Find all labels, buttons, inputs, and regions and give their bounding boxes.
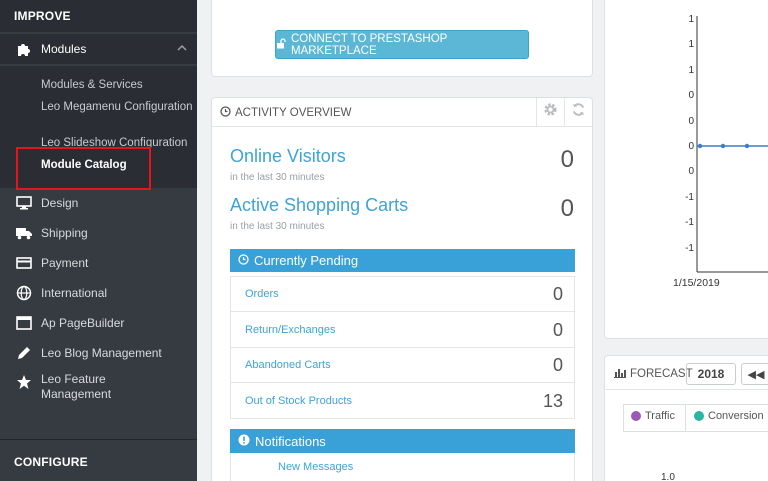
active-carts-subtitle: in the last 30 minutes: [230, 221, 325, 232]
new-messages-link[interactable]: New Messages: [278, 461, 353, 473]
annotation-highlight-box: [16, 147, 151, 190]
pending-row-out-of-stock: Out of Stock Products 13: [230, 384, 575, 419]
y-tick: 0: [688, 90, 694, 101]
gear-icon: [543, 102, 558, 122]
sidebar: IMPROVE Modules Modules & Services Leo M…: [0, 0, 197, 481]
y-tick: 1: [688, 14, 694, 25]
clock-icon: [238, 253, 249, 268]
pencil-icon: [14, 345, 34, 361]
sidebar-item-label: Modules: [41, 42, 87, 56]
pending-link-abandoned-carts[interactable]: Abandoned Carts: [245, 359, 331, 371]
forecast-title: FORECAST: [614, 367, 693, 381]
truck-icon: [14, 225, 34, 241]
pending-link-returns[interactable]: Return/Exchanges: [245, 324, 336, 336]
credit-card-icon: [14, 255, 34, 271]
submenu-leo-megamenu[interactable]: Leo Megamenu Configuration: [41, 100, 196, 114]
globe-icon: [14, 285, 34, 301]
active-carts-value: 0: [560, 195, 574, 222]
sidebar-item-payment[interactable]: Payment: [0, 248, 197, 278]
pending-link-orders[interactable]: Orders: [245, 288, 279, 300]
forecast-y-tick: 1.0: [661, 472, 675, 481]
activity-header: ACTIVITY OVERVIEW: [212, 98, 592, 127]
y-tick: -1: [685, 243, 694, 254]
star-icon: [14, 374, 34, 390]
sidebar-item-ap-pagebuilder[interactable]: Ap PageBuilder: [0, 308, 197, 338]
forecast-header-divider: [604, 389, 768, 390]
clock-icon: [220, 106, 231, 120]
online-visitors-link[interactable]: Online Visitors: [230, 146, 346, 167]
data-point: [697, 143, 703, 149]
pending-value-orders: 0: [552, 284, 563, 304]
conversion-color-dot: [694, 411, 704, 421]
data-point: [744, 143, 750, 149]
sidebar-item-label: Ap PageBuilder: [41, 316, 125, 330]
previous-year-button[interactable]: ◀◀: [741, 363, 768, 385]
sidebar-divider: [0, 439, 197, 440]
pending-value-abandoned-carts: 0: [552, 355, 563, 375]
y-tick: -1: [685, 192, 694, 203]
sidebar-section-improve: IMPROVE: [0, 0, 197, 32]
double-chevron-left-icon: ◀◀: [747, 368, 765, 381]
pending-value-out-of-stock: 13: [542, 391, 563, 411]
sidebar-section-configure: CONFIGURE: [0, 446, 197, 478]
pending-value-returns: 0: [552, 320, 563, 340]
legend-divider: [685, 404, 686, 432]
legend-item-conversion[interactable]: Conversion: [694, 410, 764, 422]
pending-row-orders: Orders 0: [230, 277, 575, 312]
activity-title-text: ACTIVITY OVERVIEW: [235, 107, 352, 119]
chevron-up-icon[interactable]: [177, 42, 187, 56]
refresh-icon: [571, 102, 586, 122]
online-visitors-subtitle: in the last 30 minutes: [230, 172, 325, 183]
sidebar-item-label: Leo Feature Management: [41, 372, 112, 401]
sidebar-item-label: Payment: [41, 256, 89, 270]
forecast-year-button[interactable]: 2018: [686, 363, 736, 385]
sidebar-item-label: Design: [41, 196, 79, 210]
sidebar-item-leo-blog[interactable]: Leo Blog Management: [0, 338, 197, 368]
online-visitors-value: 0: [560, 146, 574, 173]
y-tick: -1: [685, 217, 694, 228]
y-tick: 1: [688, 39, 694, 50]
y-tick: 0: [688, 166, 694, 177]
connect-marketplace-button[interactable]: CONNECT TO PRESTASHOP MARKETPLACE: [275, 30, 529, 59]
notifications-header: Notifications: [230, 429, 575, 453]
activity-title: ACTIVITY OVERVIEW: [220, 106, 352, 120]
currently-pending-title: Currently Pending: [254, 253, 359, 268]
sidebar-item-design[interactable]: Design: [0, 188, 197, 218]
y-tick: 1: [688, 65, 694, 76]
monitor-icon: [14, 195, 34, 211]
currently-pending-header: Currently Pending: [230, 249, 575, 272]
forecast-title-text: FORECAST: [630, 368, 693, 380]
pending-row-returns: Return/Exchanges 0: [230, 313, 575, 348]
sidebar-item-label: Shipping: [41, 226, 88, 240]
puzzle-icon: [14, 41, 34, 57]
sidebar-item-international[interactable]: International: [0, 278, 197, 308]
refresh-button[interactable]: [564, 98, 592, 126]
x-tick-label: 1/15/2019: [673, 277, 720, 289]
traffic-color-dot: [631, 411, 641, 421]
legend-label-conversion: Conversion: [708, 410, 764, 422]
sidebar-item-leo-feature[interactable]: Leo Feature Management: [0, 372, 197, 408]
submenu-modules-services[interactable]: Modules & Services: [41, 78, 196, 92]
notifications-title: Notifications: [255, 433, 326, 449]
active-carts-link[interactable]: Active Shopping Carts: [230, 195, 408, 216]
legend-item-traffic[interactable]: Traffic: [631, 410, 675, 422]
y-tick: 0: [688, 116, 694, 127]
bar-chart-icon: [614, 367, 626, 381]
configure-button[interactable]: [536, 98, 564, 126]
pending-link-out-of-stock[interactable]: Out of Stock Products: [245, 395, 352, 407]
sidebar-item-modules[interactable]: Modules: [0, 34, 197, 64]
connect-button-label: CONNECT TO PRESTASHOP MARKETPLACE: [291, 32, 448, 57]
data-point: [720, 143, 726, 149]
legend-label-traffic: Traffic: [645, 410, 675, 422]
exclamation-circle-icon: [238, 434, 250, 449]
sidebar-item-shipping[interactable]: Shipping: [0, 218, 197, 248]
window-icon: [14, 315, 34, 331]
unlock-icon: [276, 37, 287, 52]
sidebar-item-label: International: [41, 286, 108, 300]
y-tick: 0: [688, 141, 694, 152]
sidebar-item-label: Leo Blog Management: [41, 346, 162, 360]
pending-row-abandoned-carts: Abandoned Carts 0: [230, 348, 575, 383]
